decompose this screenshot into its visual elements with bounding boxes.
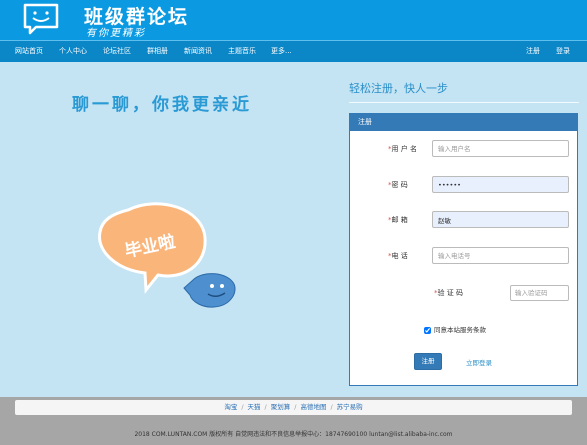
register-panel-title: 注册: [350, 114, 577, 131]
site-footer: 淘宝 / 天猫 / 聚划算 / 高德地图 / 苏宁易购 2018 COM.LUNTAN.COM …: [0, 397, 587, 445]
password-label: *密 码: [388, 181, 408, 189]
nav-item-album[interactable]: 群相册: [147, 41, 168, 62]
chat-bubble-logo-icon[interactable]: [22, 3, 60, 35]
username-input[interactable]: [432, 140, 569, 157]
chat-bubbles-illustration: 毕业啦: [98, 202, 236, 308]
register-heading: 轻松注册，快人一步: [349, 82, 448, 95]
login-now-link[interactable]: 立即登录: [466, 357, 492, 367]
register-panel: 注册 *用 户 名 *密 码 *邮 箱 *电 话 *验 证 码 同意本站服务条款…: [349, 113, 578, 386]
nav-item-profile[interactable]: 个人中心: [59, 41, 87, 62]
friend-link-tmall[interactable]: 天猫: [248, 403, 261, 411]
email-label: *邮 箱: [388, 216, 408, 224]
nav-item-community[interactable]: 论坛社区: [103, 41, 131, 62]
agree-terms-label: 同意本站服务条款: [434, 326, 486, 334]
site-slogan: 有你更精彩: [86, 28, 146, 39]
agree-terms-checkbox[interactable]: [424, 326, 431, 334]
friend-link-suning[interactable]: 苏宁易购: [337, 403, 363, 411]
nav-item-more[interactable]: 更多...: [271, 41, 292, 62]
friend-link-juhuasuan[interactable]: 聚划算: [271, 403, 291, 411]
site-header: 班级群论坛 有你更精彩: [0, 0, 587, 40]
nav-register-link[interactable]: 注册: [526, 41, 540, 62]
nav-item-news[interactable]: 新闻资讯: [184, 41, 212, 62]
nav-login-link[interactable]: 登录: [556, 41, 570, 62]
phone-label: *电 话: [388, 252, 408, 260]
friend-link-taobao[interactable]: 淘宝: [224, 403, 237, 411]
friend-links: 淘宝 / 天猫 / 聚划算 / 高德地图 / 苏宁易购: [15, 400, 572, 415]
hero-slogan: 聊一聊，你我更亲近: [72, 95, 252, 115]
register-submit-button[interactable]: 注册: [414, 353, 442, 370]
password-input[interactable]: [432, 176, 569, 193]
captcha-label: *验 证 码: [434, 289, 463, 297]
nav-item-music[interactable]: 主题音乐: [228, 41, 256, 62]
username-label: *用 户 名: [388, 145, 417, 153]
captcha-input[interactable]: [510, 285, 569, 301]
email-input[interactable]: [432, 211, 569, 228]
register-heading-divider: [349, 102, 579, 103]
agree-terms[interactable]: 同意本站服务条款: [424, 324, 486, 334]
nav-item-home[interactable]: 网站首页: [15, 41, 43, 62]
copyright-text: 2018 COM.LUNTAN.COM 版权所有 自觉网违法和不良信息举报中心：…: [134, 431, 453, 438]
main-nav: 网站首页 个人中心 论坛社区 群相册 新闻资讯 主题音乐 更多... 注册 登录: [0, 40, 587, 62]
friend-link-amap[interactable]: 高德地图: [300, 403, 326, 411]
phone-input[interactable]: [432, 247, 569, 264]
